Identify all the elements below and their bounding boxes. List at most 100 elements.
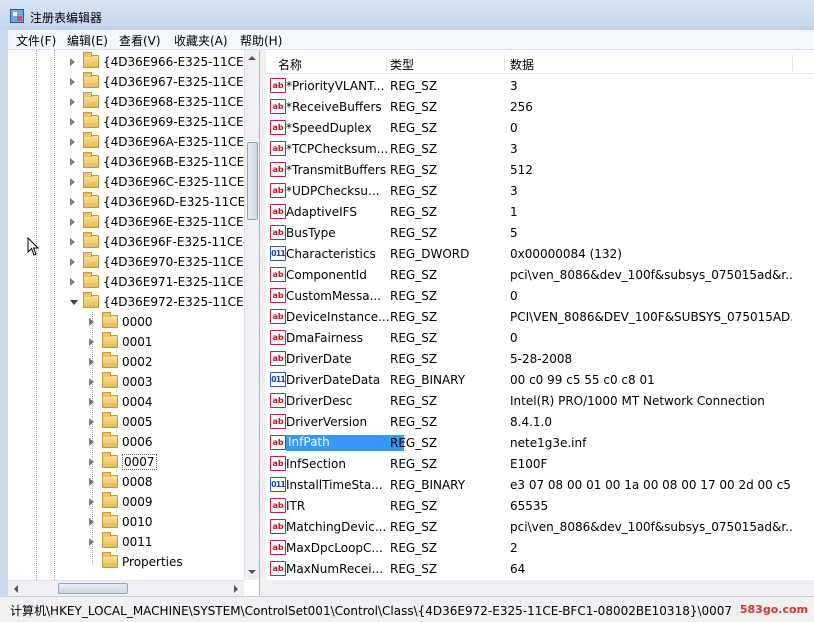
value-row[interactable]: ab DmaFairness REG_SZ 0 [266, 327, 814, 348]
tree-item-label[interactable]: {4D36E96C-E325-11CE- [103, 175, 249, 189]
value-row[interactable]: ab *TCPChecksum... REG_SZ 3 [266, 138, 814, 159]
tree-item[interactable]: 0005 [8, 412, 244, 432]
tree-item-label[interactable]: 0010 [122, 515, 153, 529]
value-row[interactable]: ab DriverDesc REG_SZ Intel(R) PRO/1000 MT N… [266, 390, 814, 411]
expand-arrow-icon[interactable] [70, 218, 75, 226]
tree-item[interactable]: {4D36E96A-E325-11CE- [8, 132, 248, 152]
tree-item[interactable]: 0001 [8, 332, 244, 352]
value-row[interactable]: ab AdaptiveIFS REG_SZ 1 [266, 201, 814, 222]
menu-file[interactable]: 文件(F) [16, 32, 56, 49]
tree-item[interactable]: {4D36E972-E325-11CE- [8, 292, 248, 312]
value-row[interactable]: ab DeviceInstance... REG_SZ PCI\VEN_8086&DE… [266, 306, 814, 327]
tree-item-label[interactable]: {4D36E96D-E325-11CE- [103, 195, 250, 209]
value-row[interactable]: ab *TransmitBuffers REG_SZ 512 [266, 159, 814, 180]
expand-arrow-icon[interactable] [89, 338, 94, 346]
tree-item[interactable]: {4D36E96B-E325-11CE- [8, 152, 249, 172]
tree-item-label[interactable]: 0000 [122, 315, 153, 329]
tree-item[interactable]: 0008 [8, 472, 244, 492]
expand-arrow-icon[interactable] [70, 118, 75, 126]
expand-arrow-icon[interactable] [70, 158, 75, 166]
tree-item-label[interactable]: 0002 [122, 355, 153, 369]
tree-item-label[interactable]: 0004 [122, 395, 153, 409]
scroll-left-arrow-icon[interactable] [14, 585, 18, 593]
expand-arrow-icon[interactable] [70, 58, 75, 66]
column-name-header[interactable]: 名称 [278, 56, 302, 73]
tree-item-label[interactable]: {4D36E966-E325-11CE- [103, 55, 248, 69]
tree-item[interactable]: {4D36E967-E325-11CE- [8, 72, 248, 92]
tree-item[interactable]: 0011 [8, 532, 244, 552]
tree-item-label[interactable]: 0007 [122, 454, 157, 470]
expand-arrow-icon[interactable] [89, 518, 94, 526]
scroll-thumb[interactable] [247, 142, 258, 220]
tree-item-label[interactable]: {4D36E972-E325-11CE- [103, 295, 248, 309]
tree-item-label[interactable]: {4D36E967-E325-11CE- [103, 75, 248, 89]
tree-item-label[interactable]: 0005 [122, 415, 153, 429]
list-horizontal-scrollbar[interactable] [266, 580, 814, 596]
column-divider[interactable] [504, 55, 505, 71]
tree-horizontal-scrollbar[interactable] [8, 580, 244, 596]
tree-item-label[interactable]: 0008 [122, 475, 153, 489]
tree-item[interactable]: {4D36E96C-E325-11CE- [8, 172, 249, 192]
tree-item-label[interactable]: {4D36E96A-E325-11CE- [103, 135, 248, 149]
value-row[interactable]: ab InfPath REG_SZ nete1g3e.inf [266, 432, 814, 453]
expand-arrow-icon[interactable] [89, 318, 94, 326]
expand-arrow-icon[interactable] [89, 378, 94, 386]
expand-arrow-icon[interactable] [70, 178, 75, 186]
expand-arrow-icon[interactable] [89, 498, 94, 506]
value-row[interactable]: ab *PriorityVLANT... REG_SZ 3 [266, 75, 814, 96]
value-row[interactable]: ab MaxNumRecei... REG_SZ 64 [266, 558, 814, 579]
expand-arrow-icon[interactable] [89, 538, 94, 546]
scroll-right-arrow-icon[interactable] [234, 585, 238, 593]
column-divider[interactable] [386, 55, 387, 71]
value-row[interactable]: ab MatchingDevic... REG_SZ pci\ven_8086&dev… [266, 516, 814, 537]
tree-item-label[interactable]: 0011 [122, 535, 153, 549]
tree-item[interactable]: {4D36E971-E325-11CE- [8, 272, 248, 292]
tree-item-label[interactable]: 0009 [122, 495, 153, 509]
tree-item[interactable]: 0006 [8, 432, 244, 452]
value-row[interactable]: ab *UDPChecksu... REG_SZ 3 [266, 180, 814, 201]
expand-arrow-icon[interactable] [70, 258, 75, 266]
tree-item-label[interactable]: 0006 [122, 435, 153, 449]
tree-item[interactable]: {4D36E968-E325-11CE- [8, 92, 248, 112]
expand-arrow-icon[interactable] [89, 478, 94, 486]
tree-item[interactable]: {4D36E96D-E325-11CE- [8, 192, 250, 212]
menu-help[interactable]: 帮助(H) [240, 32, 282, 49]
tree-item[interactable]: Properties [8, 552, 244, 572]
value-row[interactable]: 011 Characteristics REG_DWORD 0x00000084 (1… [266, 243, 814, 264]
tree-item-label[interactable]: {4D36E96F-E325-11CE-I [103, 235, 251, 249]
value-row[interactable]: ab DriverDate REG_SZ 5-28-2008 [266, 348, 814, 369]
tree-item[interactable]: 0004 [8, 392, 244, 412]
expand-arrow-icon[interactable] [70, 138, 75, 146]
tree-item[interactable]: 0009 [8, 492, 244, 512]
tree-item-label[interactable]: 0001 [122, 335, 153, 349]
tree-item[interactable]: 0003 [8, 372, 244, 392]
tree-item[interactable]: {4D36E96F-E325-11CE-I [8, 232, 251, 252]
tree-item-label[interactable]: {4D36E969-E325-11CE- [103, 115, 248, 129]
value-row[interactable]: ab ComponentId REG_SZ pci\ven_8086&dev_100f… [266, 264, 814, 285]
tree-item[interactable]: 0010 [8, 512, 244, 532]
scroll-down-arrow-icon[interactable] [248, 570, 256, 574]
tree-item[interactable]: {4D36E970-E325-11CE- [8, 252, 248, 272]
collapse-arrow-icon[interactable] [70, 300, 78, 305]
value-row[interactable]: ab BusType REG_SZ 5 [266, 222, 814, 243]
scroll-up-arrow-icon[interactable] [248, 56, 256, 60]
expand-arrow-icon[interactable] [89, 438, 94, 446]
column-type-header[interactable]: 类型 [390, 56, 414, 73]
column-data-header[interactable]: 数据 [510, 56, 534, 73]
tree-item[interactable]: 0000 [8, 312, 244, 332]
tree-item[interactable]: 0007 [8, 452, 244, 472]
tree-item-label[interactable]: Properties [122, 555, 183, 569]
value-row[interactable]: 011 DriverDateData REG_BINARY 00 c0 99 c5 5… [266, 369, 814, 390]
tree-item[interactable]: {4D36E96E-E325-11CE- [8, 212, 248, 232]
menu-edit[interactable]: 编辑(E) [67, 32, 108, 49]
value-row[interactable]: ab InfSection REG_SZ E100F [266, 453, 814, 474]
menu-view[interactable]: 查看(V) [119, 32, 161, 49]
expand-arrow-icon[interactable] [70, 198, 75, 206]
value-row[interactable]: ab CustomMessa... REG_SZ 0 [266, 285, 814, 306]
value-row[interactable]: ab *SpeedDuplex REG_SZ 0 [266, 117, 814, 138]
expand-arrow-icon[interactable] [89, 358, 94, 366]
tree-item-label[interactable]: {4D36E96E-E325-11CE- [103, 215, 248, 229]
value-row[interactable]: ab *ReceiveBuffers REG_SZ 256 [266, 96, 814, 117]
tree-item-label[interactable]: {4D36E971-E325-11CE- [103, 275, 248, 289]
tree-item-label[interactable]: 0003 [122, 375, 153, 389]
